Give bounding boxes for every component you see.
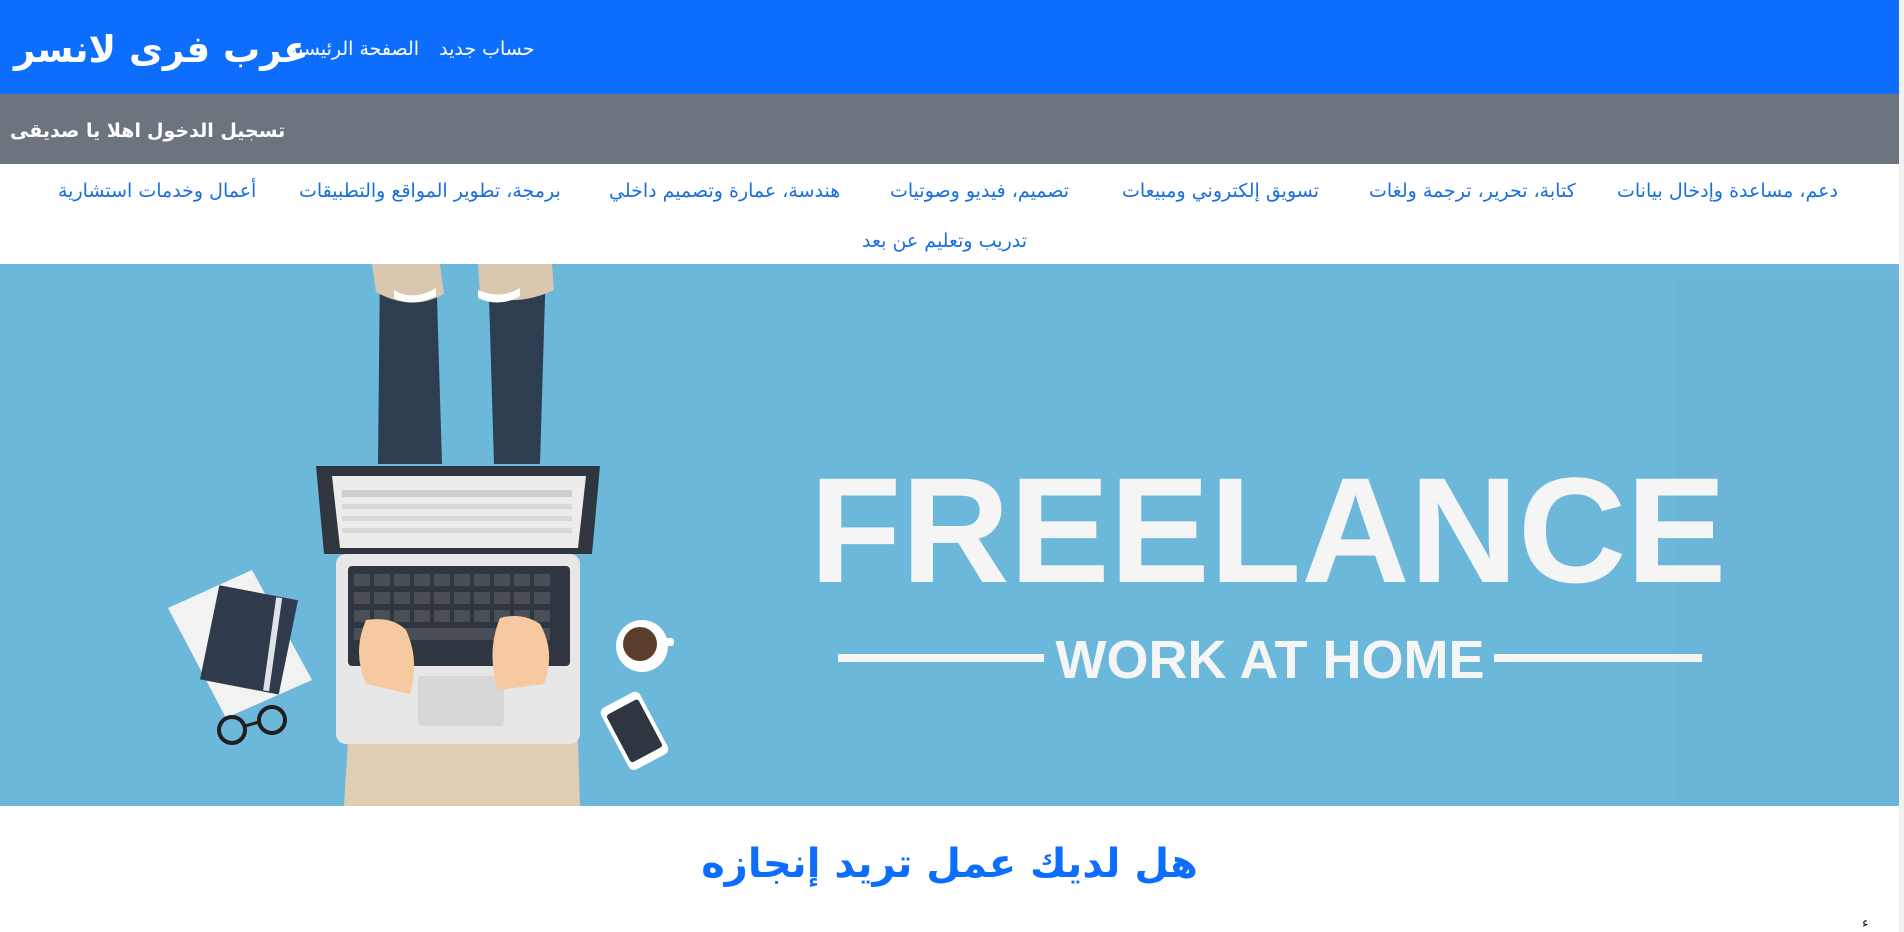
page: عرب فرى لانسر الصفحة الرئيسية حساب جديد … (0, 0, 1904, 932)
category-link-programming[interactable]: برمجة، تطوير المواقع والتطبيقات (299, 178, 561, 204)
category-link-writing[interactable]: كتابة، تحرير، ترجمة ولغات (1369, 178, 1576, 204)
category-link-engineering[interactable]: هندسة، عمارة وتصميم داخلي (609, 178, 840, 204)
category-link-design[interactable]: تصميم، فيديو وصوتيات (890, 178, 1069, 204)
category-link-marketing[interactable]: تسويق إلكتروني ومبيعات (1122, 178, 1319, 204)
category-link-support[interactable]: دعم، مساعدة وإدخال بيانات (1617, 178, 1838, 204)
greeting-text: اهلا يا صديقى (10, 120, 141, 142)
hero-subline: WORK AT HOME (1056, 630, 1485, 690)
login-link[interactable]: تسجيل الدخول (147, 118, 285, 144)
hero-headline: FREELANCE (810, 446, 1727, 614)
freelancer-illustration: FREELANCE WORK AT HOME (168, 264, 1899, 806)
main-question-heading: هل لديك عمل تريد إنجازه (701, 841, 1198, 887)
user-bar: اهلا يا صديقى تسجيل الدخول (0, 94, 1899, 164)
categories-nav: دعم، مساعدة وإدخال بيانات كتابة، تحرير، … (0, 164, 1899, 264)
brand-logo[interactable]: عرب فرى لانسر (14, 26, 309, 74)
scrollbar[interactable] (1899, 0, 1904, 932)
category-link-consulting[interactable]: أعمال وخدمات استشارية (58, 178, 256, 204)
category-link-training[interactable]: تدريب وتعليم عن بعد (862, 228, 1027, 254)
nav-register-link[interactable]: حساب جديد (439, 36, 534, 62)
edge-glyph: ء (1862, 915, 1869, 931)
nav-home-link[interactable]: الصفحة الرئيسية (288, 36, 419, 62)
hero-banner: FREELANCE WORK AT HOME (0, 264, 1899, 806)
top-nav-links: الصفحة الرئيسية حساب جديد (288, 36, 534, 62)
top-navbar: عرب فرى لانسر الصفحة الرئيسية حساب جديد (0, 0, 1899, 94)
